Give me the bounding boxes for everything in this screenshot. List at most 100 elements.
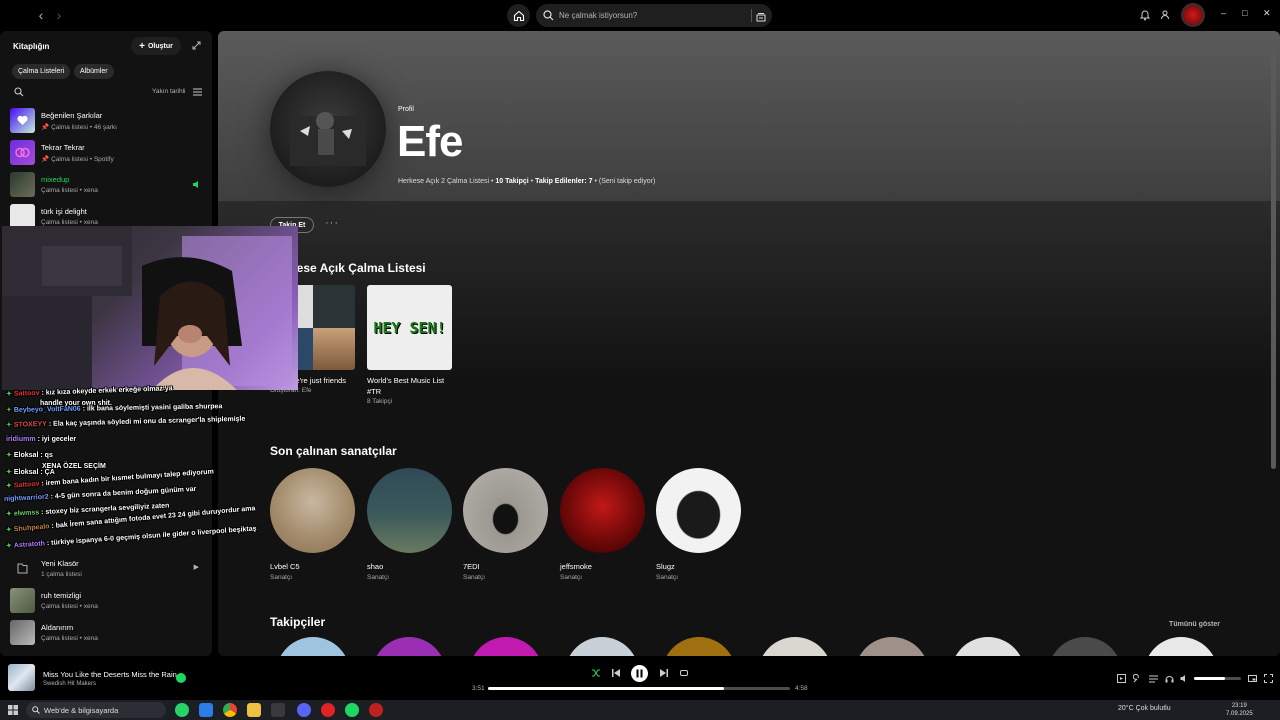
artist-name: Slugz [656,562,675,571]
library-item-liked-songs[interactable]: Beğenilen Şarkılar 📌 Çalma listesi • 46 ş… [10,108,205,134]
show-all-link[interactable]: Tümünü göster [1169,621,1220,628]
home-button[interactable] [507,4,530,27]
follower-avatar[interactable] [951,637,1025,656]
now-playing-icon [193,181,198,188]
shuffle-icon[interactable] [591,668,601,678]
chat-message: nightwarrior2: 4-5 gün sonra da benim do… [3,485,197,503]
discord-icon[interactable] [297,703,311,717]
connect-device-icon[interactable] [1165,674,1174,683]
pause-button[interactable] [631,665,648,682]
public-playlists-count[interactable]: Herkese Açık 2 Çalma Listesi • [398,178,493,185]
opera-icon[interactable] [321,703,335,717]
volume-slider[interactable] [1194,677,1241,680]
artist-card[interactable]: Slugz Sanatçı [656,468,742,581]
taskbar-clock[interactable]: 23:19 7.09.2025 [1226,702,1253,718]
playlist-followers: 8 Takipçi [367,398,393,405]
volume-fill [1194,677,1225,680]
taskbar-search[interactable]: Web'de & bilgisayarda [26,702,166,718]
profile-name: Efe [397,117,463,166]
playlist-card[interactable]: HEY SEN! World's Best Music List #TR 8 T… [367,285,453,405]
heart-icon [17,115,28,125]
follower-avatar[interactable] [276,637,350,656]
follower-avatar[interactable] [1048,637,1122,656]
library-item-tekrar-tekrar[interactable]: Tekrar Tekrar 📌 Çalma listesi • Spotify [10,140,205,166]
fullscreen-icon[interactable] [1264,674,1273,683]
forward-arrow-icon[interactable]: › [52,8,66,22]
artist-card[interactable]: shao Sanatçı [367,468,453,581]
next-track-icon[interactable] [659,668,669,678]
taskbar-weather[interactable]: 20°C Çok bulutlu [1118,705,1171,712]
now-playing-title[interactable]: Miss You Like the Deserts Miss the Rain [43,670,177,679]
follower-avatar[interactable] [469,637,543,656]
obs-icon[interactable] [369,703,383,717]
app-icon[interactable] [271,703,285,717]
lyrics-icon[interactable] [1133,674,1142,683]
follower-avatar[interactable] [565,637,639,656]
followers-heading[interactable]: Takipçiler [270,615,325,629]
elapsed-time: 3:51 [472,685,485,692]
expand-icon[interactable] [192,41,201,50]
artist-card[interactable]: 7EDI Sanatçı [463,468,549,581]
progress-bar[interactable] [488,687,790,690]
now-playing-view-icon[interactable] [1117,674,1126,683]
volume-icon[interactable] [1180,674,1189,683]
track-duration: 4:58 [795,685,808,692]
artist-type: Sanatçı [463,574,486,581]
artist-card[interactable]: jeffsmoke Sanatçı [560,468,646,581]
queue-icon[interactable] [1149,674,1158,683]
sort-label[interactable]: Yakın tarihli [152,88,185,95]
chip-playlists[interactable]: Çalma Listeleri [12,64,71,79]
close-icon[interactable]: ✕ [1263,8,1271,19]
user-avatar[interactable] [1181,3,1205,27]
friends-activity-icon[interactable] [1159,9,1171,21]
follower-avatar[interactable] [662,637,736,656]
follower-avatar[interactable] [372,637,446,656]
chip-albums[interactable]: Albümler [74,64,114,79]
whatsapp-icon[interactable] [175,703,189,717]
browse-button[interactable] [751,9,766,22]
search-input[interactable] [559,11,739,20]
previous-track-icon[interactable] [611,668,621,678]
search-bar[interactable] [536,4,772,27]
now-playing-cover[interactable] [8,664,35,691]
profile-picture[interactable] [270,71,386,187]
library-item-sub: 1 çalma listesi [41,571,82,578]
library-item-mixedup[interactable]: mixedup Çalma listesi • xena [10,172,205,198]
follower-avatar[interactable] [758,637,832,656]
library-search-icon[interactable] [14,87,24,97]
saved-check-icon[interactable] [176,673,186,683]
artist-name: 7EDI [463,562,480,571]
follower-avatar[interactable] [1144,637,1218,656]
back-arrow-icon[interactable]: ‹ [34,8,48,22]
spotify-icon[interactable] [345,703,359,717]
followers-link[interactable]: 10 Takipçi [495,178,528,185]
library-item-ruh-temizligi[interactable]: ruh temizligi Çalma listesi • xena [10,588,205,614]
more-options-button[interactable]: ··· [325,217,339,229]
now-playing-artist[interactable]: Swedish Hit Makers [43,681,96,687]
bell-icon[interactable] [1139,9,1151,21]
artist-image [656,468,741,553]
following-link[interactable]: Takip Edilenler: 7 [535,178,592,185]
chat-message: ✦ STOXEYY: Ela kaç yaşında söyledi mi onu… [5,415,246,429]
chat-message: ✦ Eloksal: ÇA [6,469,55,476]
maximize-icon[interactable]: □ [1242,8,1247,18]
follower-avatar[interactable] [855,637,929,656]
chrome-icon[interactable] [223,703,237,717]
plus-icon: + [139,40,145,52]
file-explorer-icon[interactable] [247,703,261,717]
repeat-icon[interactable] [679,668,689,678]
main-scrollbar[interactable] [1271,49,1276,469]
list-view-icon[interactable] [193,88,202,96]
app-icon[interactable] [199,703,213,717]
library-item-new-folder[interactable]: Yeni Klasör 1 çalma listesi ▶ [10,556,205,582]
library-item-aldanirim[interactable]: Aldanırım Çalma listesi • xena [10,620,205,646]
minimize-icon[interactable]: – [1221,8,1226,18]
playlist-thumb [10,588,35,613]
browse-icon [756,13,766,22]
playlist-thumb [10,620,35,645]
miniplayer-icon[interactable] [1248,674,1257,683]
create-button[interactable]: + Oluştur [131,37,181,55]
windows-start-icon[interactable] [8,705,18,715]
library-item-sub: 📌 Çalma listesi • Spotify [41,156,114,163]
library-title[interactable]: Kitaplığın [13,42,49,51]
